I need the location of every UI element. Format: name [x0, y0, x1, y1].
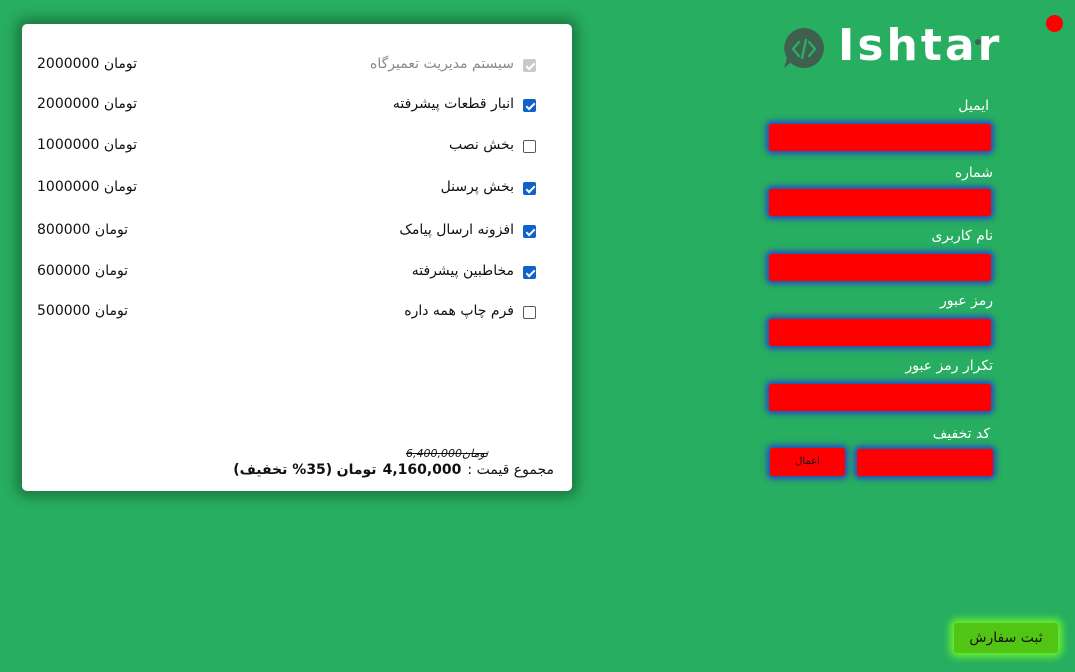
discount-note: (35% تخفیف) [233, 462, 333, 478]
package-label: افزونه ارسال پیامک [399, 222, 514, 238]
submit-order-button[interactable]: ثبت سفارش [954, 623, 1058, 653]
package-price: تومان 2000000 [37, 56, 137, 72]
package-checkbox[interactable] [523, 59, 536, 72]
package-checkbox[interactable] [523, 182, 536, 195]
package-label: انبار قطعات پیشرفته [392, 96, 514, 112]
package-row: افزونه ارسال پیامک تومان 800000 [22, 222, 572, 244]
password-label: رمز عبور [939, 293, 993, 309]
phone-field[interactable] [769, 189, 991, 216]
package-price: تومان 2000000 [37, 96, 137, 112]
package-label: فرم چاپ همه داره [404, 303, 514, 319]
package-checkbox[interactable] [523, 306, 536, 319]
package-price: تومان 1000000 [37, 179, 137, 195]
code-chat-icon [784, 28, 824, 68]
package-checkbox[interactable] [523, 266, 536, 279]
username-field[interactable] [769, 254, 991, 281]
package-price: تومان 600000 [37, 263, 129, 279]
package-price: تومان 800000 [37, 222, 129, 238]
discount-label: کد تخفیف [932, 426, 990, 442]
package-label: سیستم مدیریت تعمیرگاه [370, 56, 514, 72]
package-row: بخش پرسنل تومان 1000000 [22, 179, 572, 201]
package-row: مخاطبین پیشرفته تومان 600000 [22, 263, 572, 285]
package-row: بخش نصب تومان 1000000 [22, 137, 572, 159]
package-row: سیستم مدیریت تعمیرگاه تومان 2000000 [22, 56, 572, 78]
email-field[interactable] [769, 124, 991, 151]
package-price: تومان 1000000 [37, 137, 137, 153]
brand-name: Ishtar [838, 20, 1003, 71]
package-label: مخاطبین پیشرفته [411, 263, 514, 279]
password-confirm-field[interactable] [769, 384, 991, 411]
package-price: تومان 500000 [37, 303, 129, 319]
package-row: انبار قطعات پیشرفته تومان 2000000 [22, 96, 572, 118]
package-label: بخش نصب [448, 137, 514, 153]
package-row: فرم چاپ همه داره تومان 500000 [22, 303, 572, 325]
apply-discount-button[interactable]: اعمال [770, 448, 845, 476]
package-label: بخش پرسنل [440, 179, 514, 195]
discount-code-field[interactable] [857, 449, 993, 476]
email-label: ایمیل [958, 98, 989, 114]
brand-logo: Ishtar [780, 20, 999, 74]
package-panel: سیستم مدیریت تعمیرگاه تومان 2000000 انبا… [22, 24, 572, 491]
package-checkbox[interactable] [523, 140, 536, 153]
package-checkbox[interactable] [523, 225, 536, 238]
total-amount: 4,160,000 [382, 462, 462, 478]
package-checkbox[interactable] [523, 99, 536, 112]
username-label: نام کاربری [931, 228, 993, 244]
original-total: 6,400,000تومان [406, 447, 489, 460]
logo-dot-icon [975, 39, 981, 45]
total-price: مجموع قیمت : 4,160,000 تومان (35% تخفیف) [233, 462, 554, 478]
close-window-dot[interactable] [1046, 15, 1063, 32]
total-label: مجموع قیمت : [467, 462, 554, 478]
total-unit: تومان [336, 462, 377, 478]
password-confirm-label: تکرار رمز عبور [905, 358, 993, 374]
phone-label: شماره [954, 165, 993, 181]
password-field[interactable] [769, 319, 991, 346]
